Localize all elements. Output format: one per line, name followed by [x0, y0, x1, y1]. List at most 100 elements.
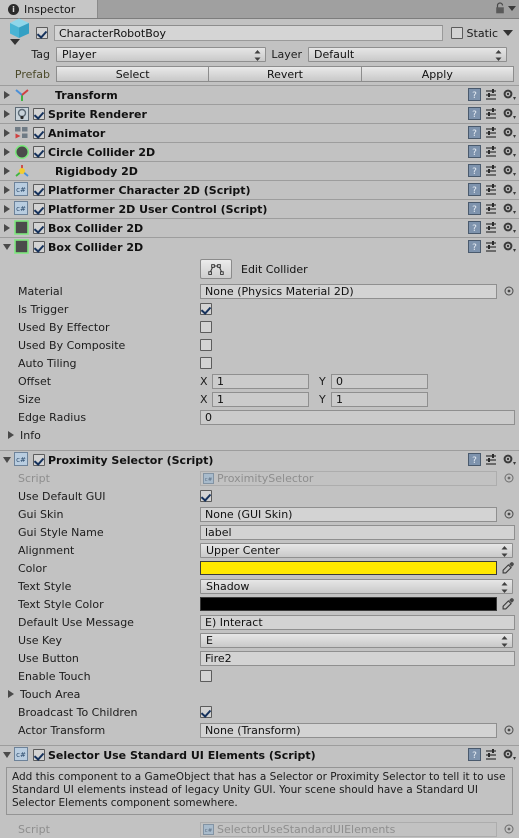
gear-icon[interactable] [502, 183, 516, 196]
gear-icon[interactable] [502, 88, 516, 101]
foldout-touch-area[interactable]: Touch Area [0, 685, 519, 703]
gui-style-name-input[interactable]: label [200, 524, 515, 540]
prefab-apply-button[interactable]: Apply [360, 66, 514, 82]
preset-sliders-icon[interactable] [485, 453, 498, 466]
component-header-sprite-renderer[interactable]: Sprite Renderer ? [0, 104, 519, 123]
gameobject-name-input[interactable]: CharacterRobotBoy [54, 25, 443, 41]
component-enabled-checkbox[interactable] [33, 184, 45, 196]
preset-sliders-icon[interactable] [485, 164, 498, 177]
component-header-selector-use-standard-ui-elements[interactable]: c# Selector Use Standard UI Elements (Sc… [0, 745, 519, 764]
gear-icon[interactable] [502, 126, 516, 139]
component-header-rigidbody-2d[interactable]: Rigidbody 2D ? [0, 161, 519, 180]
eyedropper-icon[interactable] [501, 597, 515, 611]
offset-y-input[interactable]: 0 [331, 373, 428, 389]
static-checkbox[interactable] [450, 27, 463, 39]
component-header-box-collider-2d-expanded[interactable]: Box Collider 2D ? [0, 237, 519, 256]
help-book-icon[interactable]: ? [468, 88, 481, 101]
tag-dropdown[interactable]: Player [56, 46, 266, 62]
preset-sliders-icon[interactable] [485, 107, 498, 120]
size-x-input[interactable]: 1 [212, 391, 309, 407]
foldout-arrow-icon[interactable] [0, 224, 14, 232]
component-header-transform[interactable]: Transform ? [0, 85, 519, 104]
help-book-icon[interactable]: ? [468, 126, 481, 139]
component-enabled-checkbox[interactable] [33, 127, 45, 139]
help-book-icon[interactable]: ? [468, 221, 481, 234]
gear-icon[interactable] [502, 202, 516, 215]
edge-radius-input[interactable]: 0 [200, 409, 515, 425]
layer-dropdown[interactable]: Default [308, 46, 507, 62]
color-swatch[interactable] [200, 561, 497, 575]
auto-tiling-checkbox[interactable] [200, 357, 212, 369]
gear-icon[interactable] [502, 145, 516, 158]
preset-sliders-icon[interactable] [485, 221, 498, 234]
preset-sliders-icon[interactable] [485, 145, 498, 158]
used-by-effector-checkbox[interactable] [200, 321, 212, 333]
size-y-input[interactable]: 1 [331, 391, 428, 407]
component-header-box-collider-2d-collapsed[interactable]: Box Collider 2D ? [0, 218, 519, 237]
gear-icon[interactable] [502, 107, 516, 120]
prefab-cube-icon[interactable] [6, 17, 36, 49]
is-trigger-checkbox[interactable] [200, 303, 212, 315]
preset-sliders-icon[interactable] [485, 88, 498, 101]
foldout-arrow-icon[interactable] [0, 167, 14, 175]
use-key-dropdown[interactable]: E [200, 632, 513, 648]
foldout-arrow-icon[interactable] [0, 91, 14, 99]
foldout-info[interactable]: Info [0, 426, 519, 444]
help-book-icon[interactable]: ? [468, 240, 481, 253]
object-picker-icon[interactable] [503, 509, 515, 519]
gear-icon[interactable] [502, 453, 516, 466]
gear-icon[interactable] [502, 748, 516, 761]
prefab-revert-button[interactable]: Revert [208, 66, 362, 82]
component-header-circle-collider-2d[interactable]: Circle Collider 2D ? [0, 142, 519, 161]
help-book-icon[interactable]: ? [468, 145, 481, 158]
preset-sliders-icon[interactable] [485, 126, 498, 139]
eyedropper-icon[interactable] [501, 561, 515, 575]
component-enabled-checkbox[interactable] [33, 146, 45, 158]
alignment-dropdown[interactable]: Upper Center [200, 542, 513, 558]
component-enabled-checkbox[interactable] [33, 454, 45, 466]
foldout-arrow-icon[interactable] [0, 148, 14, 156]
preset-sliders-icon[interactable] [485, 748, 498, 761]
prefab-dropdown-caret-icon[interactable] [10, 39, 20, 45]
component-header-animator[interactable]: Animator ? [0, 123, 519, 142]
broadcast-to-children-checkbox[interactable] [200, 706, 212, 718]
help-book-icon[interactable]: ? [468, 164, 481, 177]
help-book-icon[interactable]: ? [468, 107, 481, 120]
gui-skin-object-field[interactable]: None (GUI Skin) [200, 506, 497, 522]
component-enabled-checkbox[interactable] [33, 749, 45, 761]
edit-collider-button[interactable] [200, 259, 232, 279]
foldout-arrow-icon[interactable] [0, 110, 14, 118]
foldout-arrow-icon[interactable] [4, 431, 18, 439]
help-book-icon[interactable]: ? [468, 453, 481, 466]
used-by-composite-checkbox[interactable] [200, 339, 212, 351]
use-default-gui-checkbox[interactable] [200, 490, 212, 502]
foldout-arrow-icon[interactable] [0, 752, 14, 758]
gear-icon[interactable] [502, 221, 516, 234]
default-use-message-input[interactable]: E) Interact [200, 614, 515, 630]
text-style-dropdown[interactable]: Shadow [200, 578, 513, 594]
material-object-field[interactable]: None (Physics Material 2D) [200, 283, 497, 299]
foldout-arrow-icon[interactable] [0, 457, 14, 463]
component-header-proximity-selector[interactable]: c# Proximity Selector (Script) ? [0, 450, 519, 469]
tab-inspector[interactable]: i Inspector [0, 0, 98, 18]
chevron-down-icon[interactable] [508, 6, 516, 11]
help-book-icon[interactable]: ? [468, 202, 481, 215]
foldout-arrow-icon[interactable] [0, 244, 14, 250]
gear-icon[interactable] [502, 240, 516, 253]
enable-touch-checkbox[interactable] [200, 670, 212, 682]
actor-transform-object-field[interactable]: None (Transform) [200, 722, 497, 738]
gear-icon[interactable] [502, 164, 516, 177]
component-header-platformer-character-2d[interactable]: c# Platformer Character 2D (Script) ? [0, 180, 519, 199]
help-book-icon[interactable]: ? [468, 748, 481, 761]
object-picker-icon[interactable] [503, 725, 515, 735]
foldout-arrow-icon[interactable] [0, 129, 14, 137]
foldout-arrow-icon[interactable] [0, 205, 14, 213]
component-header-platformer-2d-user-control[interactable]: c# Platformer 2D User Control (Script) ? [0, 199, 519, 218]
foldout-arrow-icon[interactable] [0, 186, 14, 194]
component-enabled-checkbox[interactable] [33, 241, 45, 253]
component-enabled-checkbox[interactable] [33, 108, 45, 120]
help-book-icon[interactable]: ? [468, 183, 481, 196]
foldout-arrow-icon[interactable] [4, 690, 18, 698]
component-enabled-checkbox[interactable] [33, 222, 45, 234]
preset-sliders-icon[interactable] [485, 202, 498, 215]
